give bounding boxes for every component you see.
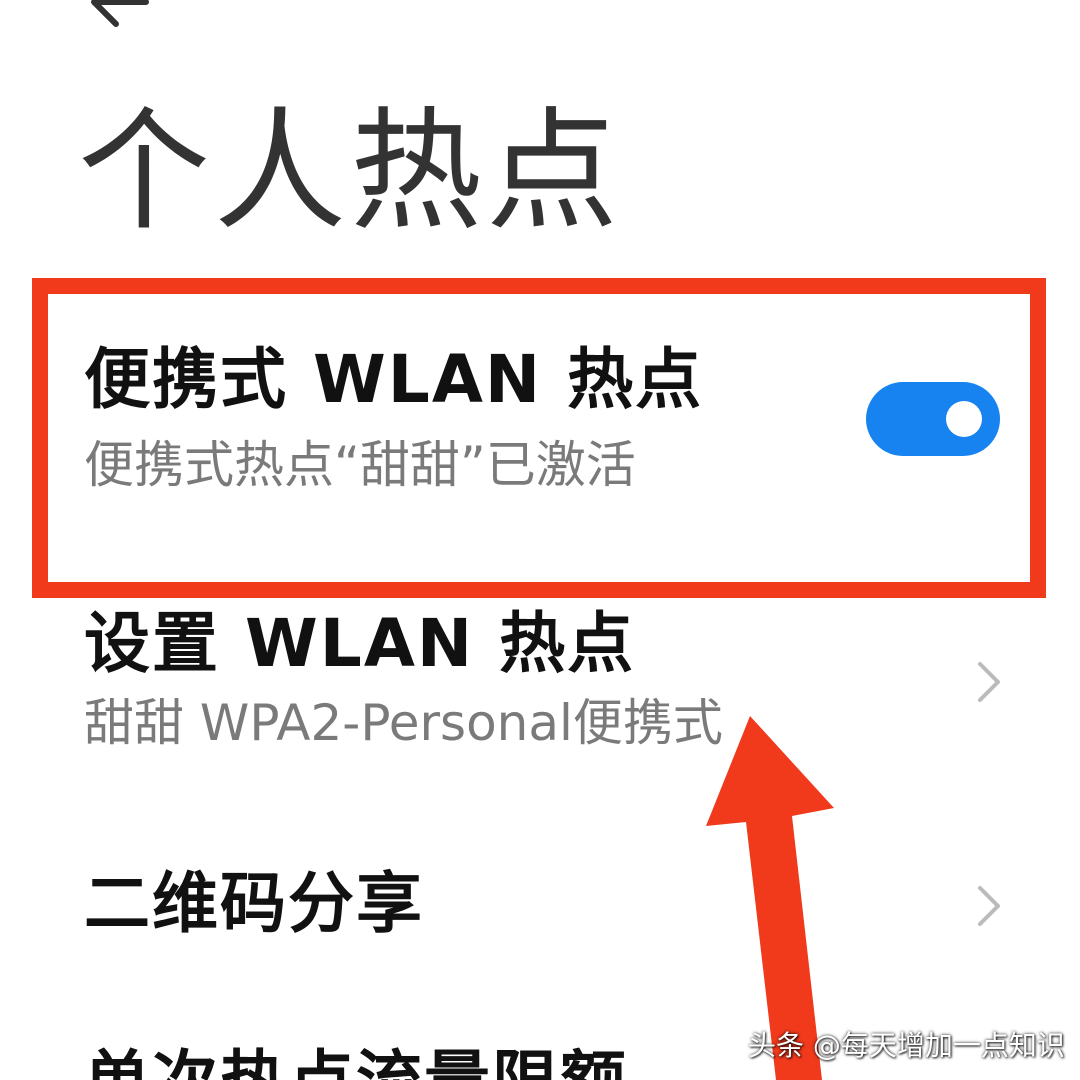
toggle-knob: [946, 401, 982, 437]
portable-hotspot-status: 便携式热点“甜甜”已激活: [84, 436, 636, 494]
chevron-right-icon: [978, 662, 1000, 702]
setup-hotspot-title: 设置 WLAN 热点: [84, 605, 636, 682]
setup-hotspot-row[interactable]: 设置 WLAN 热点 甜甜 WPA2-Personal便携式: [0, 600, 1080, 800]
portable-hotspot-toggle[interactable]: [866, 382, 1000, 456]
chevron-right-icon: [978, 886, 1000, 926]
qr-share-title: 二维码分享: [84, 865, 424, 942]
arrow-left-icon[interactable]: [86, 0, 156, 32]
portable-hotspot-row[interactable]: 便携式 WLAN 热点 便携式热点“甜甜”已激活: [0, 280, 1080, 580]
page-title: 个人热点: [78, 95, 622, 249]
qr-share-row[interactable]: 二维码分享: [0, 860, 1080, 980]
portable-hotspot-title: 便携式 WLAN 热点: [84, 341, 704, 418]
watermark: 头条 @每天增加一点知识: [748, 1029, 1065, 1062]
data-limit-title: 单次热点流量限额: [84, 1045, 628, 1080]
setup-hotspot-details: 甜甜 WPA2-Personal便携式: [84, 694, 723, 752]
